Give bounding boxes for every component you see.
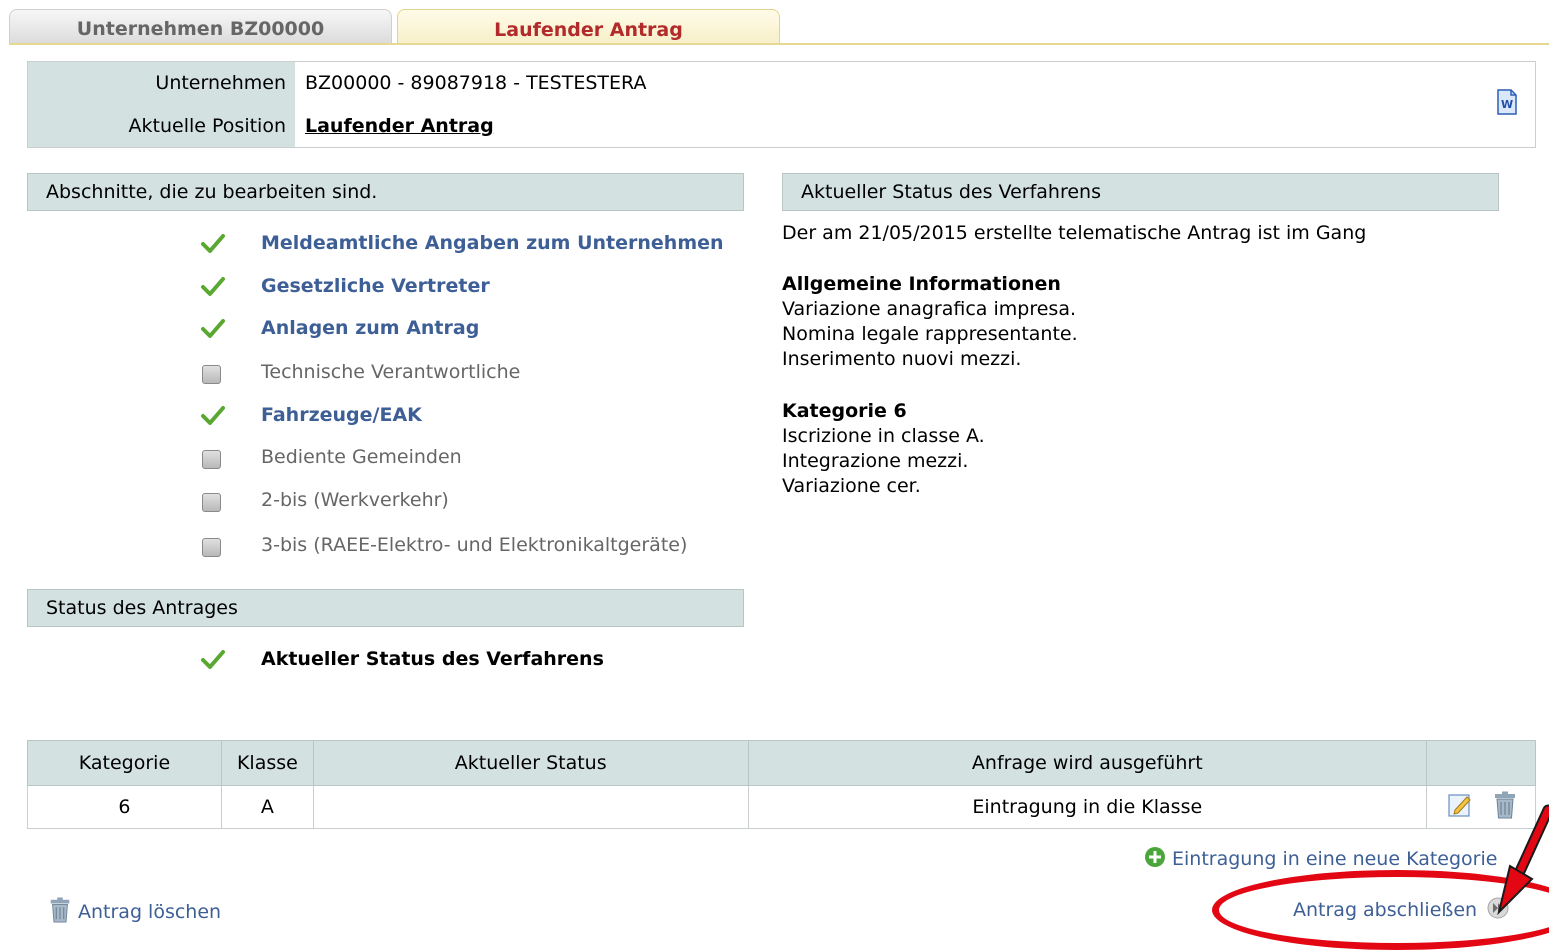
application-status-label: Aktueller Status des Verfahrens [261,648,604,670]
delete-application-link[interactable]: Antrag löschen [48,897,221,928]
company-value: BZ00000 - 89087918 - TESTESTERA [305,72,647,94]
checkbox-icon [200,360,224,384]
general-info-line: Inserimento nuovi mezzi. [782,348,1022,370]
company-info-box: Unternehmen BZ00000 - 89087918 - TESTEST… [27,61,1536,148]
category-line: Integrazione mezzi. [782,450,969,472]
checkmark-icon [200,316,225,340]
procedure-heading: Aktueller Status des Verfahrens [782,173,1499,211]
column-header-anfrage: Anfrage wird ausgeführt [747,740,1428,786]
column-header-kategorie: Kategorie [27,740,222,786]
position-link[interactable]: Laufender Antrag [305,115,494,137]
table-row: 6 A Eintragung in die Klasse [27,785,1536,829]
procedure-intro: Der am 21/05/2015 erstellte telematische… [782,222,1367,244]
general-info-title: Allgemeine Informationen [782,273,1061,295]
plus-icon [1144,846,1166,873]
cell-klasse: A [220,785,314,829]
column-header-klasse: Klasse [220,740,314,786]
checkmark-icon [200,403,225,427]
edit-icon[interactable] [1447,792,1473,823]
section-item-label: 3-bis (RAEE-Elektro- und Elektronikaltge… [261,534,688,556]
category-line: Iscrizione in classe A. [782,425,985,447]
svg-text:W: W [1501,98,1513,111]
section-item-label[interactable]: Fahrzeuge/EAK [261,400,422,430]
checkmark-icon [200,274,225,298]
section-item-label: Technische Verantwortliche [261,361,521,383]
section-item-label[interactable]: Gesetzliche Vertreter [261,271,490,301]
section-item-label: 2-bis (Werkverkehr) [261,489,449,511]
cell-anfrage: Eintragung in die Klasse [747,785,1428,829]
tab-unternehmen[interactable]: Unternehmen BZ00000 [9,9,392,43]
cell-status [312,785,749,829]
company-label: Unternehmen [155,72,286,94]
position-label: Aktuelle Position [128,115,286,137]
section-item-label[interactable]: Anlagen zum Antrag [261,313,479,343]
application-status-heading: Status des Antrages [27,589,744,627]
annotation-arrow-icon [1497,804,1549,916]
document-icon[interactable]: W [1495,88,1519,116]
section-item-label[interactable]: Meldeamtliche Angaben zum Unternehmen [261,228,724,258]
column-header-status: Aktueller Status [312,740,749,786]
section-item-label: Bediente Gemeinden [261,446,462,468]
delete-application-label: Antrag löschen [78,901,222,923]
checkbox-icon [200,445,224,469]
general-info-line: Nomina legale rappresentante. [782,323,1078,345]
new-category-link[interactable]: Eintragung in eine neue Kategorie [1144,846,1497,873]
new-category-label: Eintragung in eine neue Kategorie [1172,848,1498,870]
checkbox-icon [200,488,224,512]
cell-kategorie: 6 [27,785,222,829]
tab-laufender-antrag[interactable]: Laufender Antrag [397,9,780,45]
checkmark-icon [200,231,225,255]
checkmark-icon [200,647,225,671]
category-table: Kategorie Klasse Aktueller Status Anfrag… [27,740,1536,829]
column-header-actions [1426,740,1536,786]
tab-underline [9,43,1549,45]
category-title: Kategorie 6 [782,400,907,422]
general-info-line: Variazione anagrafica impresa. [782,298,1076,320]
sections-heading: Abschnitte, die zu bearbeiten sind. [27,173,744,211]
category-line: Variazione cer. [782,475,921,497]
checkbox-icon [200,533,224,557]
table-header-row: Kategorie Klasse Aktueller Status Anfrag… [27,740,1536,786]
trash-icon [48,897,72,928]
